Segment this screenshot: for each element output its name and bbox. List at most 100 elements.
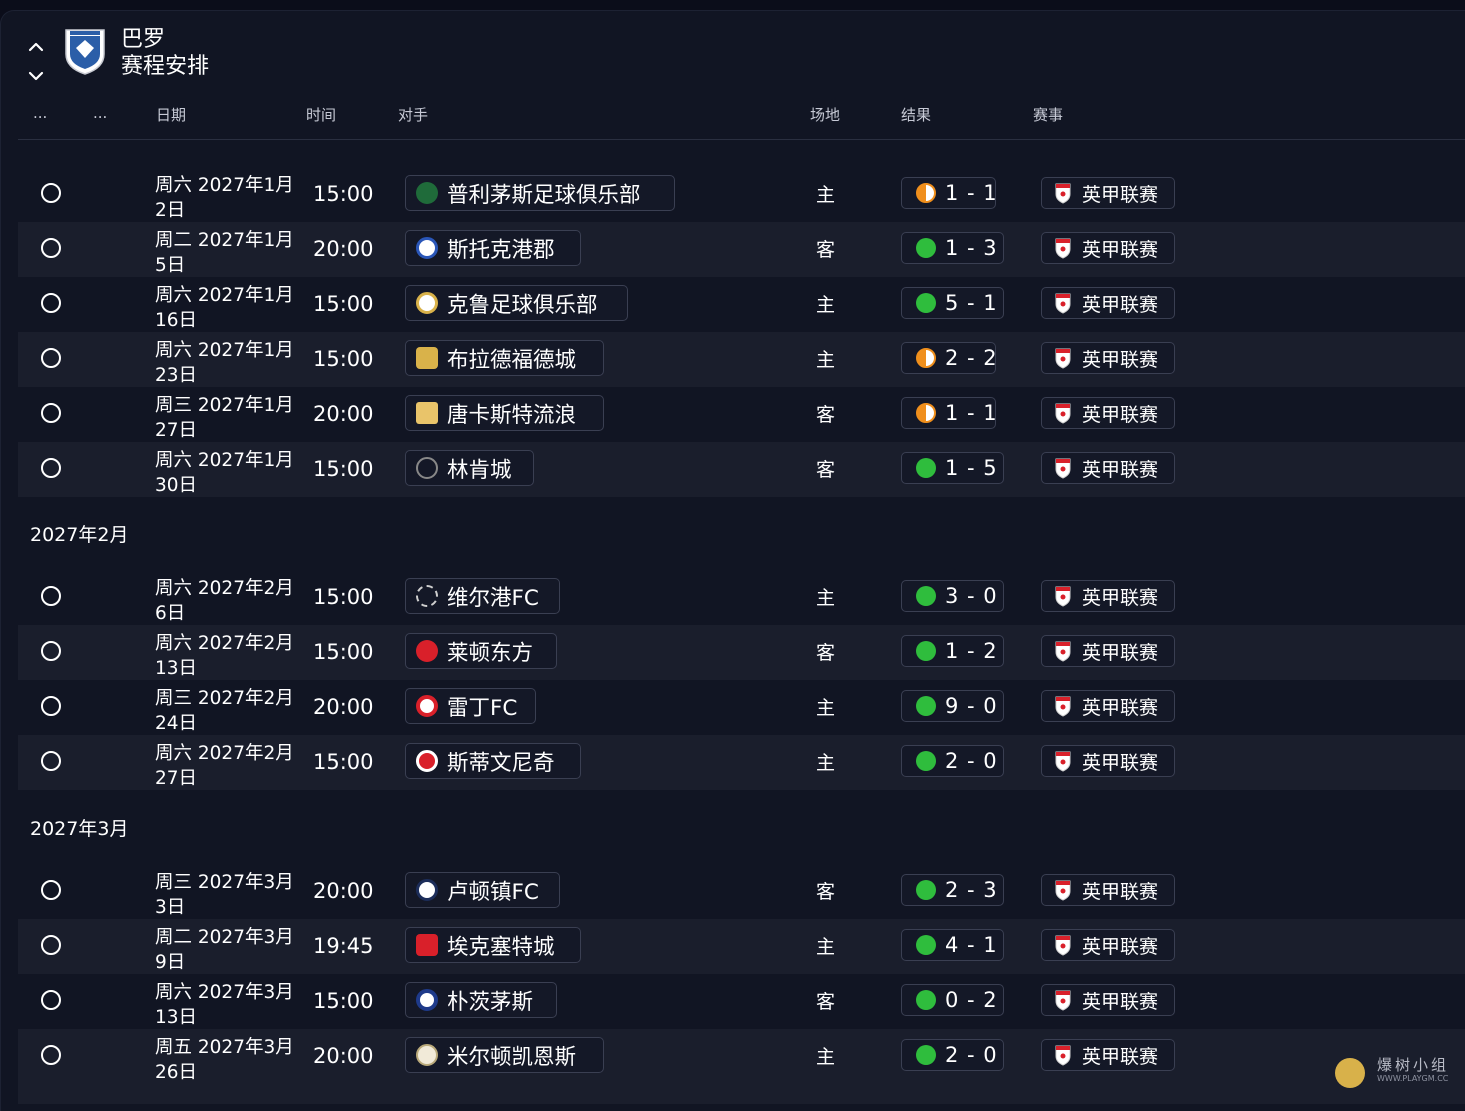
result-badge[interactable]: 4 - 1	[901, 929, 1004, 961]
select-radio[interactable]	[41, 880, 61, 900]
opponent-button[interactable]: 卢顿镇FC	[405, 872, 560, 908]
column-header-competition[interactable]: 赛事	[1033, 104, 1063, 125]
select-radio[interactable]	[41, 990, 61, 1010]
match-score: 2 - 3	[945, 878, 998, 902]
draw-indicator-icon	[916, 183, 936, 203]
match-date: 周六 2027年2月 27日	[155, 741, 305, 791]
competition-button[interactable]: 英甲联赛	[1041, 342, 1175, 374]
fixture-row[interactable]: 周六 2027年2月 27日 15:00 斯蒂文尼奇 主 2 - 0 英甲联赛	[18, 735, 1465, 790]
column-header-result[interactable]: 结果	[901, 104, 931, 125]
match-time: 15:00	[313, 347, 374, 371]
opponent-button[interactable]: 埃克塞特城	[405, 927, 581, 963]
fixture-row[interactable]: 周三 2027年1月 27日 20:00 唐卡斯特流浪 客 1 - 1 英甲联赛	[18, 387, 1465, 442]
league-shield-icon	[1055, 586, 1071, 607]
opponent-button[interactable]: 朴茨茅斯	[405, 982, 557, 1018]
select-radio[interactable]	[41, 935, 61, 955]
win-indicator-icon	[916, 293, 936, 313]
opponent-button[interactable]: 米尔顿凯恩斯	[405, 1037, 604, 1073]
result-badge[interactable]: 3 - 0	[901, 580, 1004, 612]
opponent-button[interactable]: 克鲁足球俱乐部	[405, 285, 628, 321]
opponent-name: 唐卡斯特流浪	[447, 402, 577, 428]
fixture-row[interactable]: 周六 2027年1月 16日 15:00 克鲁足球俱乐部 主 5 - 1 英甲联赛	[18, 277, 1465, 332]
competition-button[interactable]: 英甲联赛	[1041, 690, 1175, 722]
fixture-row[interactable]: 周六 2027年2月 13日 15:00 莱顿东方 客 1 - 2 英甲联赛	[18, 625, 1465, 680]
competition-button[interactable]: 英甲联赛	[1041, 635, 1175, 667]
match-date: 周二 2027年3月 9日	[155, 925, 305, 975]
opponent-button[interactable]: 斯托克港郡	[405, 230, 581, 266]
fixture-row[interactable]: 周六 2027年3月 13日 15:00 朴茨茅斯 客 0 - 2 英甲联赛	[18, 974, 1465, 1029]
result-badge[interactable]: 9 - 0	[901, 690, 1004, 722]
fixture-row[interactable]: 周二 2027年1月 5日 20:00 斯托克港郡 客 1 - 3 英甲联赛	[18, 222, 1465, 277]
fixture-row[interactable]: 周六 2027年1月 23日 15:00 布拉德福德城 主 2 - 2 英甲联赛	[18, 332, 1465, 387]
result-badge[interactable]: 2 - 0	[901, 1039, 1004, 1071]
competition-button[interactable]: 英甲联赛	[1041, 1039, 1175, 1071]
result-badge[interactable]: 2 - 3	[901, 874, 1004, 906]
match-venue: 主	[816, 184, 836, 206]
select-radio[interactable]	[41, 293, 61, 313]
page-title: 赛程安排	[121, 54, 210, 79]
fixture-row[interactable]: 周二 2027年3月 9日 19:45 埃克塞特城 主 4 - 1 英甲联赛	[18, 919, 1465, 974]
expand-down-icon[interactable]	[26, 66, 46, 86]
column-header-date[interactable]: 日期	[156, 104, 186, 125]
fixture-row[interactable]: 周六 2027年2月 6日 15:00 维尔港FC 主 3 - 0 英甲联赛	[18, 570, 1465, 625]
competition-button[interactable]: 英甲联赛	[1041, 397, 1175, 429]
opponent-button[interactable]: 布拉德福德城	[405, 340, 604, 376]
select-radio[interactable]	[41, 751, 61, 771]
competition-button[interactable]: 英甲联赛	[1041, 874, 1175, 906]
result-badge[interactable]: 1 - 5	[901, 452, 1004, 484]
select-radio[interactable]	[41, 641, 61, 661]
result-badge[interactable]: 2 - 2	[901, 342, 997, 374]
column-header-venue[interactable]: 场地	[810, 104, 840, 125]
opponent-button[interactable]: 维尔港FC	[405, 578, 560, 614]
fixture-row[interactable]: 周五 2027年3月 26日 20:00 米尔顿凯恩斯 主 2 - 0 英甲联赛	[18, 1029, 1465, 1084]
select-radio[interactable]	[41, 1045, 61, 1065]
month-heading: 2027年3月	[30, 818, 129, 840]
opponent-button[interactable]: 普利茅斯足球俱乐部	[405, 175, 675, 211]
competition-button[interactable]: 英甲联赛	[1041, 984, 1175, 1016]
result-badge[interactable]: 0 - 2	[901, 984, 1004, 1016]
competition-button[interactable]: 英甲联赛	[1041, 745, 1175, 777]
collapse-up-icon[interactable]	[26, 37, 46, 57]
watermark-url: WWW.PLAYGM.CC	[1377, 1074, 1449, 1083]
column-header-time[interactable]: 时间	[306, 104, 336, 125]
select-radio[interactable]	[41, 458, 61, 478]
match-date: 周六 2027年2月 6日	[155, 576, 305, 626]
select-radio[interactable]	[41, 696, 61, 716]
fixture-row[interactable]: 周六 2027年1月 30日 15:00 林肯城 客 1 - 5 英甲联赛	[18, 442, 1465, 497]
result-badge[interactable]: 1 - 1	[901, 397, 997, 429]
match-date: 周三 2027年3月 3日	[155, 870, 305, 920]
league-shield-icon	[1055, 458, 1071, 479]
select-radio[interactable]	[41, 183, 61, 203]
opponent-button[interactable]: 唐卡斯特流浪	[405, 395, 604, 431]
column-header-menu-1[interactable]: ...	[33, 104, 47, 122]
fixture-row[interactable]: 周三 2027年2月 24日 20:00 雷丁FC 主 9 - 0 英甲联赛	[18, 680, 1465, 735]
opponent-button[interactable]: 斯蒂文尼奇	[405, 743, 581, 779]
opponent-button[interactable]: 莱顿东方	[405, 633, 557, 669]
select-radio[interactable]	[41, 403, 61, 423]
result-badge[interactable]: 1 - 3	[901, 232, 1004, 264]
match-venue: 主	[816, 294, 836, 316]
select-radio[interactable]	[41, 348, 61, 368]
column-header-menu-2[interactable]: ...	[93, 104, 107, 122]
competition-name: 英甲联赛	[1082, 641, 1159, 664]
fixture-row[interactable]: 周三 2027年3月 3日 20:00 卢顿镇FC 客 2 - 3 英甲联赛	[18, 864, 1465, 919]
result-badge[interactable]: 5 - 1	[901, 287, 1004, 319]
select-radio[interactable]	[41, 238, 61, 258]
result-badge[interactable]: 1 - 1	[901, 177, 997, 209]
competition-button[interactable]: 英甲联赛	[1041, 580, 1175, 612]
match-score: 1 - 5	[945, 456, 998, 480]
competition-button[interactable]: 英甲联赛	[1041, 452, 1175, 484]
competition-button[interactable]: 英甲联赛	[1041, 929, 1175, 961]
opponent-button[interactable]: 林肯城	[405, 450, 534, 486]
column-header-opponent[interactable]: 对手	[398, 104, 428, 125]
opponent-name: 维尔港FC	[447, 585, 539, 611]
select-radio[interactable]	[41, 586, 61, 606]
result-badge[interactable]: 2 - 0	[901, 745, 1004, 777]
competition-button[interactable]: 英甲联赛	[1041, 177, 1175, 209]
fixture-row[interactable]: 周六 2027年1月 2日 15:00 普利茅斯足球俱乐部 主 1 - 1 英甲联赛	[18, 167, 1465, 222]
opponent-name: 斯蒂文尼奇	[447, 750, 555, 776]
opponent-button[interactable]: 雷丁FC	[405, 688, 536, 724]
result-badge[interactable]: 1 - 2	[901, 635, 1004, 667]
competition-button[interactable]: 英甲联赛	[1041, 232, 1175, 264]
competition-button[interactable]: 英甲联赛	[1041, 287, 1175, 319]
